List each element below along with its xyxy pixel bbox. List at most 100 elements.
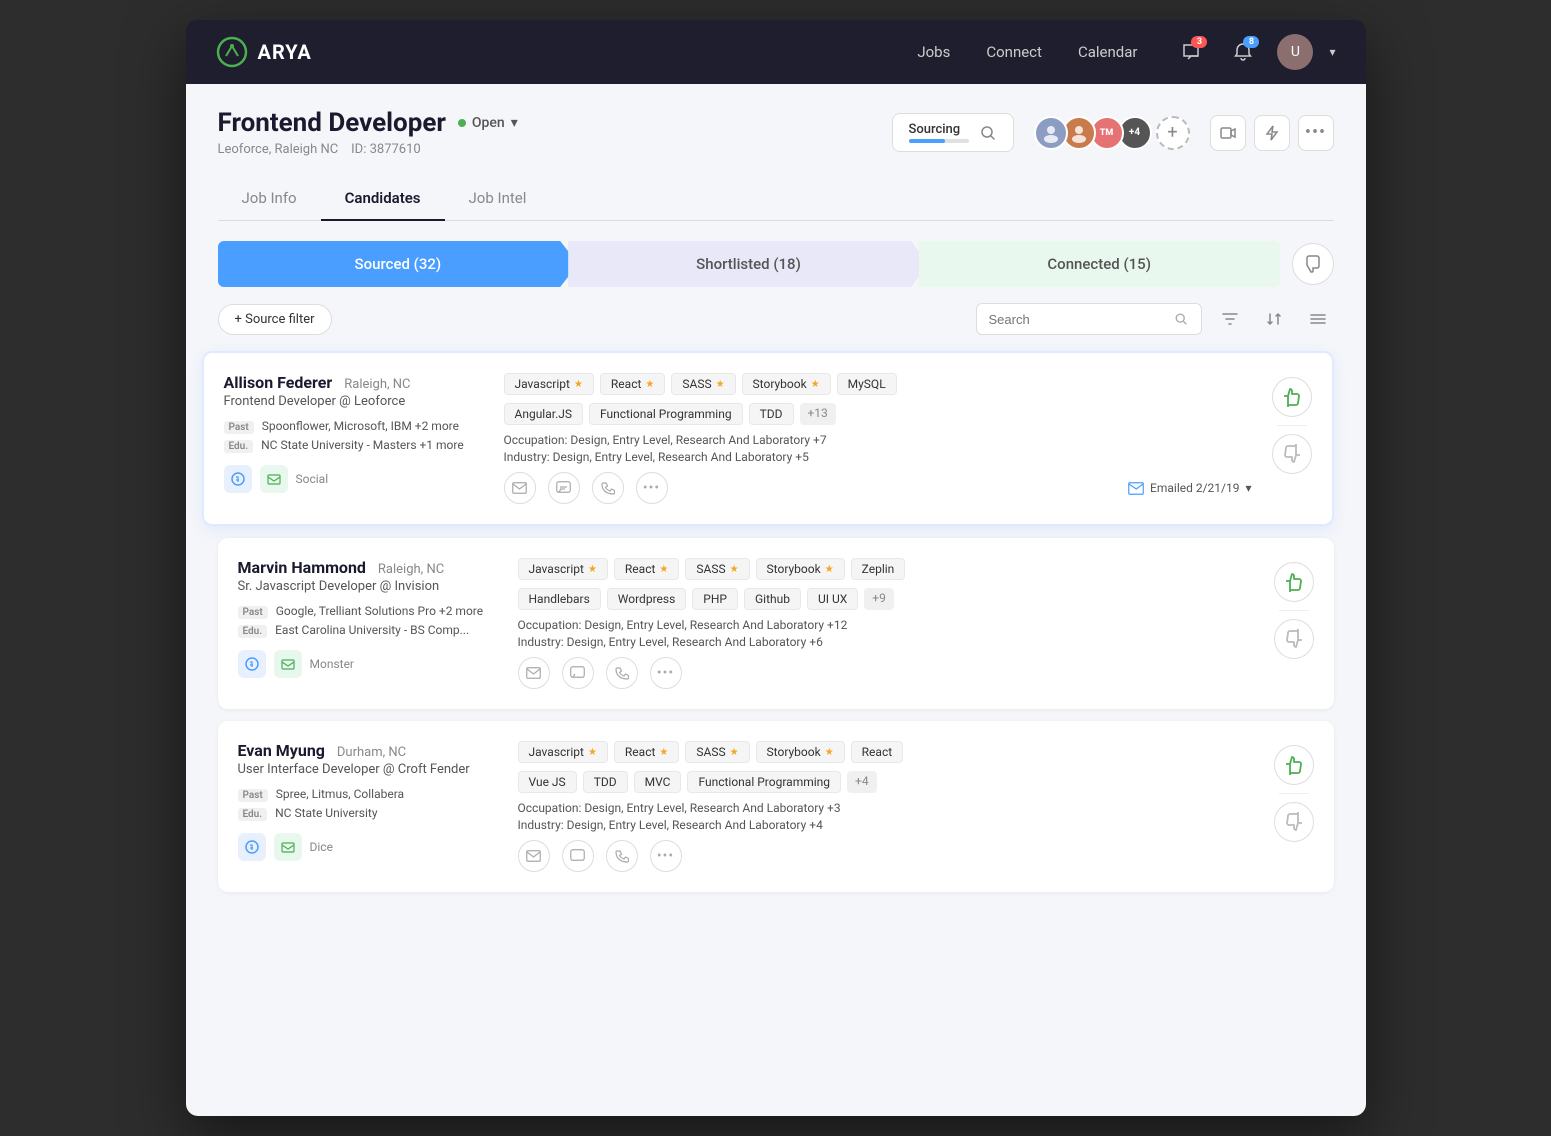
tab-candidates[interactable]: Candidates: [321, 177, 445, 221]
candidate-name-2: Marvin Hammond: [238, 558, 366, 577]
user-avatar[interactable]: U: [1277, 34, 1313, 70]
edu-value-3: NC State University: [275, 806, 377, 820]
skill-2-uiux: UI UX: [807, 588, 858, 610]
thumbs-up-icon: [1281, 386, 1303, 408]
search-box[interactable]: [976, 303, 1202, 335]
thumbs-up-button[interactable]: [1272, 377, 1312, 417]
nav-connect[interactable]: Connect: [986, 43, 1042, 61]
emailed-icon: [1128, 482, 1144, 495]
more-options-3[interactable]: •••: [650, 840, 682, 872]
dots-icon: •••: [643, 480, 660, 496]
chat-badge: 3: [1191, 36, 1207, 48]
candidate-location: Raleigh, NC: [344, 377, 410, 392]
skill-2-storybook: Storybook★: [756, 558, 845, 580]
candidate-main-3: Javascript★ React★ SASS★ Storybook★ Reac…: [518, 741, 1254, 872]
notifications-button[interactable]: 8: [1225, 34, 1261, 70]
action-buttons-3: •••: [518, 840, 682, 872]
tab-job-info[interactable]: Job Info: [218, 177, 321, 221]
source-filter-button[interactable]: + Source filter: [218, 304, 332, 335]
video-button[interactable]: [1210, 115, 1246, 151]
action-button[interactable]: [1254, 115, 1290, 151]
pipeline-dislike-button[interactable]: [1292, 243, 1334, 285]
social-icon-2-1[interactable]: [238, 650, 266, 678]
skill-3-fp: Functional Programming: [687, 771, 841, 793]
emailed-status[interactable]: Emailed 2/21/19 ▾: [1128, 481, 1251, 495]
sourcing-bar-wrap: [909, 139, 969, 143]
pipeline-connected[interactable]: Connected (15): [919, 241, 1280, 287]
more-options-button[interactable]: •••: [1298, 115, 1334, 151]
skill-storybook: Storybook★: [742, 373, 831, 395]
nav-icons: 3 8 U ▾: [1173, 34, 1335, 70]
candidate-name-row-3: Evan Myung Durham, NC: [238, 741, 498, 760]
email-action-3[interactable]: [518, 840, 550, 872]
phone-icon-3: [615, 849, 629, 863]
social-icons: Social: [224, 465, 484, 493]
team-avatars: TM +4 +: [1034, 116, 1190, 150]
chat-button[interactable]: 3: [1173, 34, 1209, 70]
occupation-row: Occupation: Design, Entry Level, Researc…: [504, 433, 1252, 447]
view-toggle-button[interactable]: [1302, 303, 1334, 335]
edu-value-2: East Carolina University - BS Comp...: [275, 623, 469, 637]
phone-action-button[interactable]: [592, 472, 624, 504]
thumbs-up-button-2[interactable]: [1274, 562, 1314, 602]
job-company: Leoforce, Raleigh NC: [218, 142, 339, 157]
chat-action-button[interactable]: [548, 472, 580, 504]
lightning-icon: [1264, 125, 1280, 141]
phone-icon: [601, 481, 615, 495]
thumbs-down-button-3[interactable]: [1274, 802, 1314, 842]
email-action-button[interactable]: [504, 472, 536, 504]
more-candidate-options[interactable]: •••: [636, 472, 668, 504]
social-icon-3-2[interactable]: [274, 833, 302, 861]
occupation-row-3: Occupation: Design, Entry Level, Researc…: [518, 801, 1254, 815]
pipeline-shortlisted[interactable]: Shortlisted (18): [568, 241, 929, 287]
candidate-name: Allison Federer: [224, 373, 333, 392]
candidate-role-2: Sr. Javascript Developer @ Invision: [238, 579, 498, 594]
job-title-area: Frontend Developer Open ▾ Leoforce, Rale…: [218, 108, 872, 157]
chat-action-2[interactable]: [562, 657, 594, 689]
email-icon-2: [526, 667, 541, 679]
nav-jobs[interactable]: Jobs: [917, 43, 950, 61]
thumbs-down-button-2[interactable]: [1274, 619, 1314, 659]
vote-column-2: [1274, 558, 1314, 659]
social-icon-1[interactable]: [224, 465, 252, 493]
social-icon-3-1[interactable]: [238, 833, 266, 861]
past-row: Past Spoonflower, Microsoft, IBM +2 more: [224, 419, 484, 434]
thumbs-up-button-3[interactable]: [1274, 745, 1314, 785]
candidate-list: Allison Federer Raleigh, NC Frontend Dev…: [218, 351, 1334, 904]
phone-action-2[interactable]: [606, 657, 638, 689]
pipeline-sourced[interactable]: Sourced (32): [218, 241, 579, 287]
status-dot: [458, 119, 466, 127]
edu-row-2: Edu. East Carolina University - BS Comp.…: [238, 623, 498, 638]
advanced-filter-button[interactable]: [1214, 303, 1246, 335]
add-team-member-button[interactable]: +: [1156, 116, 1190, 150]
edu-label: Edu.: [224, 440, 254, 453]
vote-divider-3: [1279, 793, 1309, 794]
phone-action-3[interactable]: [606, 840, 638, 872]
user-menu-chevron[interactable]: ▾: [1329, 45, 1335, 59]
search-input[interactable]: [989, 312, 1167, 327]
nav-calendar[interactable]: Calendar: [1078, 43, 1138, 61]
email-action-2[interactable]: [518, 657, 550, 689]
sourcing-button[interactable]: Sourcing: [892, 113, 1014, 152]
social-icon-2[interactable]: [260, 465, 288, 493]
job-id: ID: 3877610: [351, 142, 421, 157]
candidate-card-3: Evan Myung Durham, NC User Interface Dev…: [218, 721, 1334, 892]
skills-row-2: Angular.JS Functional Programming TDD +1…: [504, 403, 1252, 425]
sort-button[interactable]: [1258, 303, 1290, 335]
thumbs-down-button-1[interactable]: [1272, 434, 1312, 474]
social-icon-2-2[interactable]: [274, 650, 302, 678]
video-icon: [1220, 125, 1236, 141]
skill-2-php: PHP: [692, 588, 738, 610]
skill-3-storybook: Storybook★: [756, 741, 845, 763]
team-avatar-1: [1034, 116, 1068, 150]
more-options-2[interactable]: •••: [650, 657, 682, 689]
more-skills-badge-3: +4: [847, 771, 877, 793]
emailed-chevron: ▾: [1245, 481, 1251, 495]
chat-action-3[interactable]: [562, 840, 594, 872]
chat-icon-2: [570, 666, 585, 680]
tab-job-intel[interactable]: Job Intel: [445, 177, 551, 221]
logo-text: ARYA: [258, 40, 312, 64]
skill-react: React★: [600, 373, 665, 395]
filter-icon: [1221, 310, 1239, 328]
job-status[interactable]: Open ▾: [458, 115, 518, 131]
